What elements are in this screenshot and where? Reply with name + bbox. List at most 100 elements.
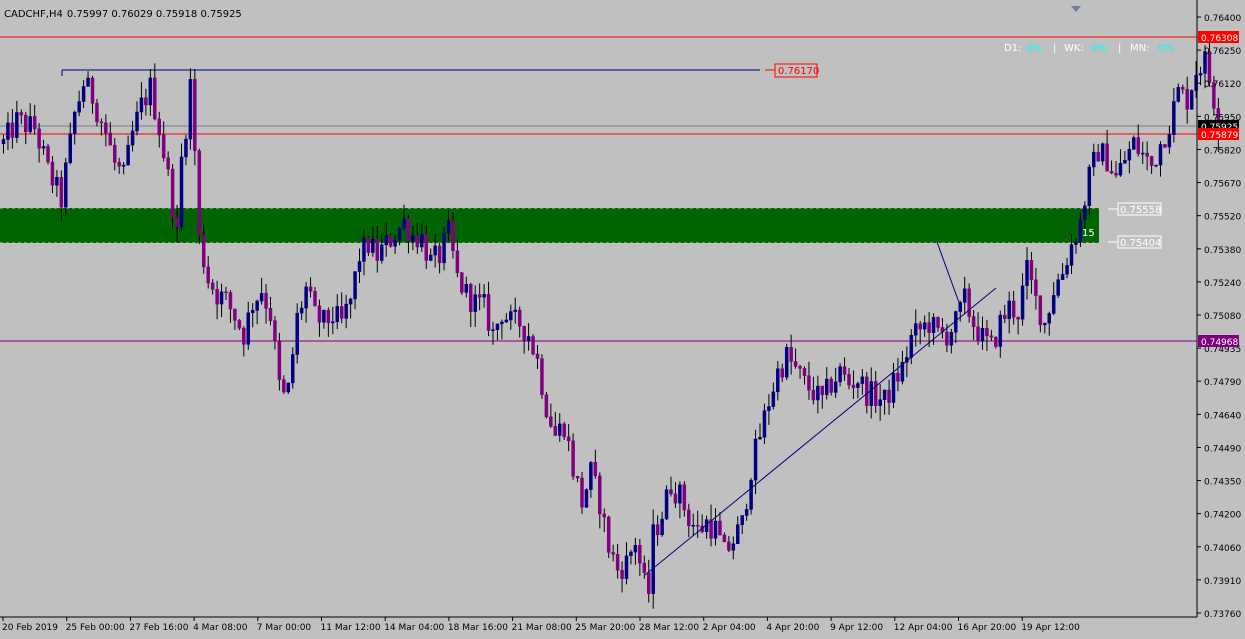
bear-candle	[37, 128, 41, 149]
bull-candle	[411, 235, 415, 242]
bull-candle	[1051, 295, 1056, 314]
bear-candle	[95, 103, 99, 123]
bull-candle	[322, 309, 326, 323]
bull-candle	[1043, 322, 1047, 326]
bull-candle	[348, 298, 353, 305]
bull-candle	[86, 77, 90, 87]
bear-candle	[170, 168, 175, 218]
d1-value: 0%	[1026, 43, 1042, 54]
bull-candle	[135, 111, 139, 132]
price-tick-label: 0.75240	[1204, 279, 1241, 289]
bear-candle	[829, 378, 833, 393]
bear-candle	[580, 477, 584, 508]
bear-candle	[469, 284, 473, 312]
bull-candle	[589, 462, 593, 490]
bear-candle	[967, 288, 971, 317]
bear-candle	[1185, 88, 1189, 110]
bear-candle	[522, 325, 526, 341]
bear-candle	[1038, 295, 1043, 326]
bull-candle	[1100, 143, 1105, 162]
bear-candle	[166, 157, 170, 170]
bear-candle	[157, 118, 161, 136]
bull-candle	[81, 86, 86, 102]
bull-candle	[246, 312, 250, 345]
bull-candle	[1060, 273, 1065, 280]
bear-candle	[144, 97, 148, 106]
bull-candle	[1020, 285, 1025, 320]
bear-candle	[104, 122, 108, 134]
price-tick-label: 0.75080	[1204, 312, 1241, 322]
bear-candle	[424, 233, 428, 261]
bull-candle	[393, 239, 397, 247]
price-tick-label: 0.74640	[1204, 411, 1241, 421]
wk-value: 0%	[1091, 43, 1107, 54]
bear-candle	[1029, 260, 1034, 281]
bull-candle	[509, 311, 513, 321]
bear-candle	[687, 509, 691, 527]
bear-candle	[268, 308, 273, 321]
bull-candle	[771, 391, 776, 407]
bull-candle	[731, 543, 736, 551]
bull-candle	[1092, 151, 1096, 168]
time-tick-label: 9 Apr 12:00	[830, 623, 883, 633]
bear-candle	[455, 250, 460, 273]
bull-candle	[869, 381, 873, 406]
time-tick-label: 25 Feb 00:00	[66, 623, 125, 633]
time-tick-label: 27 Feb 16:00	[129, 623, 188, 633]
bear-candle	[308, 286, 313, 292]
bull-candle	[998, 314, 1003, 347]
bear-candle	[415, 235, 420, 248]
bull-candle	[660, 518, 664, 535]
bull-candle	[856, 383, 860, 388]
time-tick-label: 28 Mar 12:00	[639, 623, 699, 633]
bull-candle	[962, 288, 967, 303]
bear-candle	[820, 385, 825, 396]
bear-candle	[887, 389, 891, 403]
bear-candle	[544, 394, 549, 418]
bear-candle	[366, 237, 371, 253]
price-tick-label: 0.74490	[1204, 444, 1241, 454]
bear-candle	[971, 316, 976, 328]
candlestick-chart[interactable]: 15 0.76170 0.75558 0.75404 CADCHF,H4 0.75…	[0, 0, 1245, 639]
bear-candle	[1136, 137, 1140, 154]
zone-label: 15	[1082, 228, 1095, 239]
bull-candle	[121, 164, 126, 167]
bull-candle	[753, 438, 758, 481]
bull-candle	[259, 292, 264, 302]
bear-candle	[460, 272, 464, 293]
bear-candle	[375, 238, 380, 261]
bull-candle	[891, 372, 896, 403]
bear-candle	[1105, 143, 1109, 172]
bear-candle	[486, 294, 491, 331]
bull-candle	[77, 101, 81, 113]
bull-candle	[736, 524, 740, 545]
bull-candle	[860, 376, 865, 384]
bear-candle	[727, 541, 731, 551]
bull-candle	[1140, 152, 1145, 155]
bear-candle	[90, 77, 95, 104]
bull-candle	[713, 520, 718, 539]
bull-candle	[762, 410, 767, 438]
bear-candle	[985, 327, 989, 337]
bull-candle	[664, 489, 669, 520]
bull-candle	[331, 321, 335, 324]
bear-candle	[945, 331, 949, 346]
bull-candle	[882, 389, 887, 400]
bull-candle	[28, 116, 32, 133]
bull-candle	[784, 347, 789, 378]
bear-candle	[161, 134, 166, 159]
bull-candle	[980, 327, 985, 342]
bear-candle	[793, 361, 798, 367]
bull-candle	[371, 238, 375, 253]
bull-candle	[353, 271, 357, 300]
bear-candle	[994, 337, 998, 347]
bull-candle	[1189, 90, 1194, 110]
price-tick-label: 0.74350	[1204, 478, 1241, 488]
bull-candle	[446, 220, 451, 234]
price-tick-label: 0.73910	[1204, 577, 1241, 587]
bull-candle	[362, 237, 366, 262]
bull-candle	[384, 235, 388, 246]
time-tick-label: 4 Apr 20:00	[766, 623, 819, 633]
bear-candle	[918, 323, 922, 330]
bull-candle	[758, 436, 762, 440]
